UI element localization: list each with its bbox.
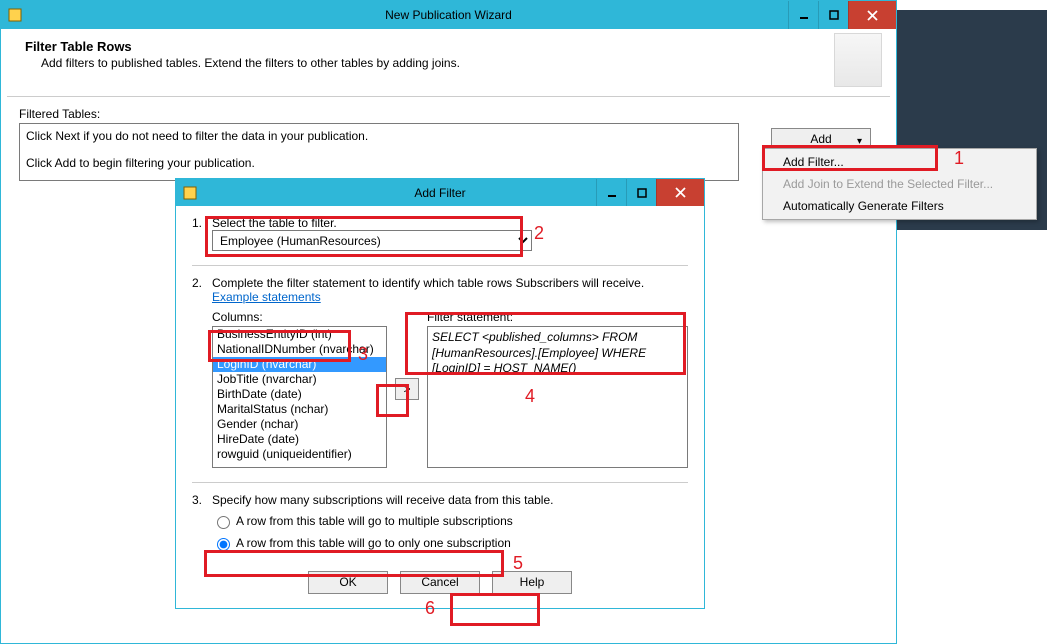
ok-button[interactable]: OK — [308, 571, 388, 594]
dialog-close-button[interactable] — [656, 179, 704, 206]
menu-add-join: Add Join to Extend the Selected Filter..… — [765, 173, 1034, 195]
columns-label: Columns: — [212, 310, 387, 324]
wizard-subheading: Add filters to published tables. Extend … — [41, 56, 872, 70]
annotation-label-3: 3 — [358, 344, 368, 365]
minimize-button[interactable] — [788, 1, 818, 29]
column-item[interactable]: rowguid (uniqueidentifier) — [213, 447, 386, 462]
dialog-icon — [182, 185, 198, 201]
filter-statement-label: Filter statement: — [427, 310, 688, 324]
annotation-label-5: 5 — [513, 553, 523, 574]
step2-number: 2. — [192, 276, 212, 468]
column-item[interactable]: HireDate (date) — [213, 432, 386, 447]
dialog-window-controls — [596, 179, 704, 206]
radio-single-label: A row from this table will go to only on… — [236, 536, 511, 550]
cancel-button[interactable]: Cancel — [400, 571, 480, 594]
menu-add-filter[interactable]: Add Filter... — [765, 151, 1034, 173]
dialog-minimize-button[interactable] — [596, 179, 626, 206]
filtered-tables-label: Filtered Tables: — [19, 107, 878, 121]
filtered-hint-1: Click Next if you do not need to filter … — [26, 128, 732, 145]
menu-auto-generate[interactable]: Automatically Generate Filters — [765, 195, 1034, 217]
close-button[interactable] — [848, 1, 896, 29]
dialog-titlebar[interactable]: Add Filter — [176, 179, 704, 206]
add-button[interactable]: Add — [771, 128, 871, 150]
radio-single-row[interactable]: A row from this table will go to only on… — [212, 535, 688, 551]
separator-1 — [192, 265, 688, 266]
dialog-maximize-button[interactable] — [626, 179, 656, 206]
column-item[interactable]: MaritalStatus (nchar) — [213, 402, 386, 417]
step-3: 3. Specify how many subscriptions will r… — [192, 493, 688, 557]
wizard-title: New Publication Wizard — [1, 8, 896, 22]
radio-multiple-row[interactable]: A row from this table will go to multipl… — [212, 513, 688, 529]
column-item[interactable]: BirthDate (date) — [213, 387, 386, 402]
column-item[interactable]: JobTitle (nvarchar) — [213, 372, 386, 387]
header-graphic — [834, 33, 882, 87]
step1-number: 1. — [192, 216, 212, 251]
step-2: 2. Complete the filter statement to iden… — [192, 276, 688, 468]
filtered-tables-box[interactable]: Click Next if you do not need to filter … — [19, 123, 739, 181]
table-select[interactable]: Employee (HumanResources) — [212, 230, 532, 251]
filter-statement-textarea[interactable]: SELECT <published_columns> FROM [HumanRe… — [427, 326, 688, 468]
window-controls — [788, 1, 896, 29]
maximize-button[interactable] — [818, 1, 848, 29]
wizard-titlebar[interactable]: New Publication Wizard — [1, 1, 896, 29]
example-statements-link[interactable]: Example statements — [212, 290, 321, 304]
help-button[interactable]: Help — [492, 571, 572, 594]
step3-number: 3. — [192, 493, 212, 557]
step2-text: Complete the filter statement to identif… — [212, 276, 688, 304]
column-item[interactable]: BusinessEntityID (int) — [213, 327, 386, 342]
step1-text: Select the table to filter. — [212, 216, 688, 230]
radio-multiple-label: A row from this table will go to multipl… — [236, 514, 513, 528]
add-dropdown-menu: Add Filter... Add Join to Extend the Sel… — [762, 148, 1037, 220]
annotation-label-6: 6 — [425, 598, 435, 619]
step-1: 1. Select the table to filter. Employee … — [192, 216, 688, 251]
add-button-label: Add — [810, 132, 831, 146]
radio-multiple[interactable] — [217, 516, 230, 529]
annotation-label-2: 2 — [534, 223, 544, 244]
step2-text-a: Complete the filter statement to identif… — [212, 276, 644, 290]
separator-2 — [192, 482, 688, 483]
filtered-hint-2: Click Add to begin filtering your public… — [26, 155, 732, 172]
wizard-header: Filter Table Rows Add filters to publish… — [7, 29, 890, 97]
dialog-body: 1. Select the table to filter. Employee … — [176, 206, 704, 608]
wizard-heading: Filter Table Rows — [25, 39, 872, 54]
dialog-buttons: OK Cancel Help — [192, 571, 688, 594]
add-filter-dialog: Add Filter 1. Select the table to filter… — [175, 178, 705, 609]
radio-single[interactable] — [217, 538, 230, 551]
annotation-label-1: 1 — [954, 148, 964, 169]
move-right-button[interactable]: > — [395, 378, 419, 400]
column-item[interactable]: Gender (nchar) — [213, 417, 386, 432]
app-icon — [7, 7, 23, 23]
step3-text: Specify how many subscriptions will rece… — [212, 493, 688, 507]
annotation-label-4: 4 — [525, 386, 535, 407]
